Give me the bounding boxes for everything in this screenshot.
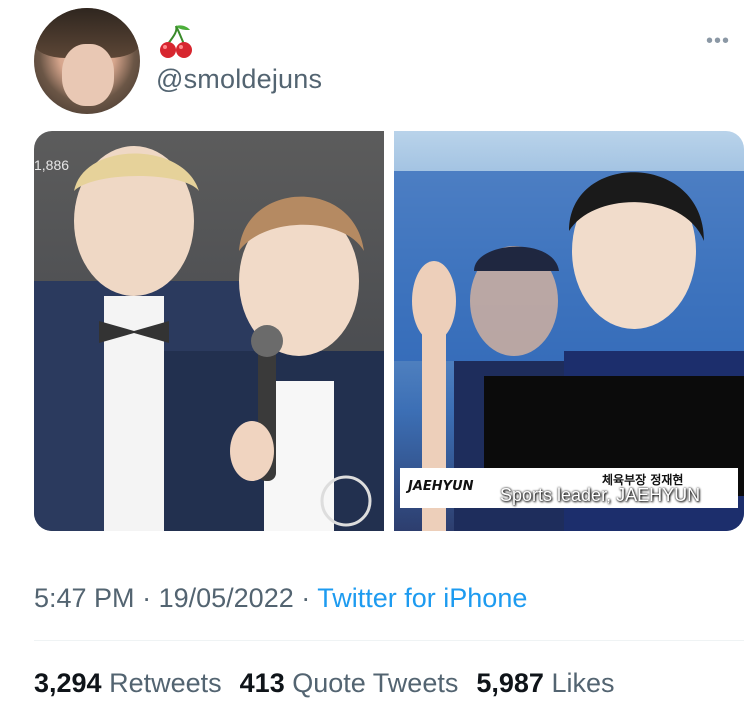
caption-name-tag: JAEHYUN bbox=[408, 479, 474, 494]
media-photo-right[interactable]: JAEHYUN 체육부장 정재현 Sports leader, JAEHYUN bbox=[394, 131, 744, 531]
caption-english: Sports leader, JAEHYUN bbox=[500, 485, 701, 505]
more-options-icon[interactable]: ••• bbox=[706, 30, 730, 53]
avatar[interactable] bbox=[34, 8, 140, 114]
meta-separator: · bbox=[142, 583, 152, 613]
cherry-icon bbox=[160, 25, 192, 58]
tweet-stats: 3,294 Retweets 413 Quote Tweets 5,987 Like… bbox=[34, 668, 614, 699]
tweet-time[interactable]: 5:47 PM bbox=[34, 583, 135, 613]
quote-tweets-label: Quote Tweets bbox=[292, 668, 459, 698]
tweet-source-link[interactable]: Twitter for iPhone bbox=[317, 583, 527, 613]
likes-stat[interactable]: 5,987 Likes bbox=[476, 668, 614, 698]
tweet-timestamp: 5:47 PM · 19/05/2022 · Twitter for iPhon… bbox=[34, 583, 527, 614]
retweets-label: Retweets bbox=[109, 668, 222, 698]
divider bbox=[34, 640, 744, 641]
media-photo-left[interactable]: 1,886 bbox=[34, 131, 384, 531]
likes-count: 5,987 bbox=[476, 668, 544, 698]
likes-label: Likes bbox=[551, 668, 615, 698]
meta-separator: · bbox=[301, 583, 311, 613]
quote-tweets-stat[interactable]: 413 Quote Tweets bbox=[240, 668, 459, 698]
retweets-stat[interactable]: 3,294 Retweets bbox=[34, 668, 222, 698]
photo-left-figures bbox=[34, 146, 384, 531]
tweet-media[interactable]: 1,886 JAEHYUN 체육부장 정재현 Sports leader, JA… bbox=[34, 131, 744, 531]
author-handle[interactable]: @smoldejuns bbox=[156, 64, 322, 95]
quote-tweets-count: 413 bbox=[239, 668, 285, 698]
retweets-count: 3,294 bbox=[34, 668, 102, 698]
tweet-date[interactable]: 19/05/2022 bbox=[159, 583, 294, 613]
avatar-face bbox=[62, 44, 114, 106]
